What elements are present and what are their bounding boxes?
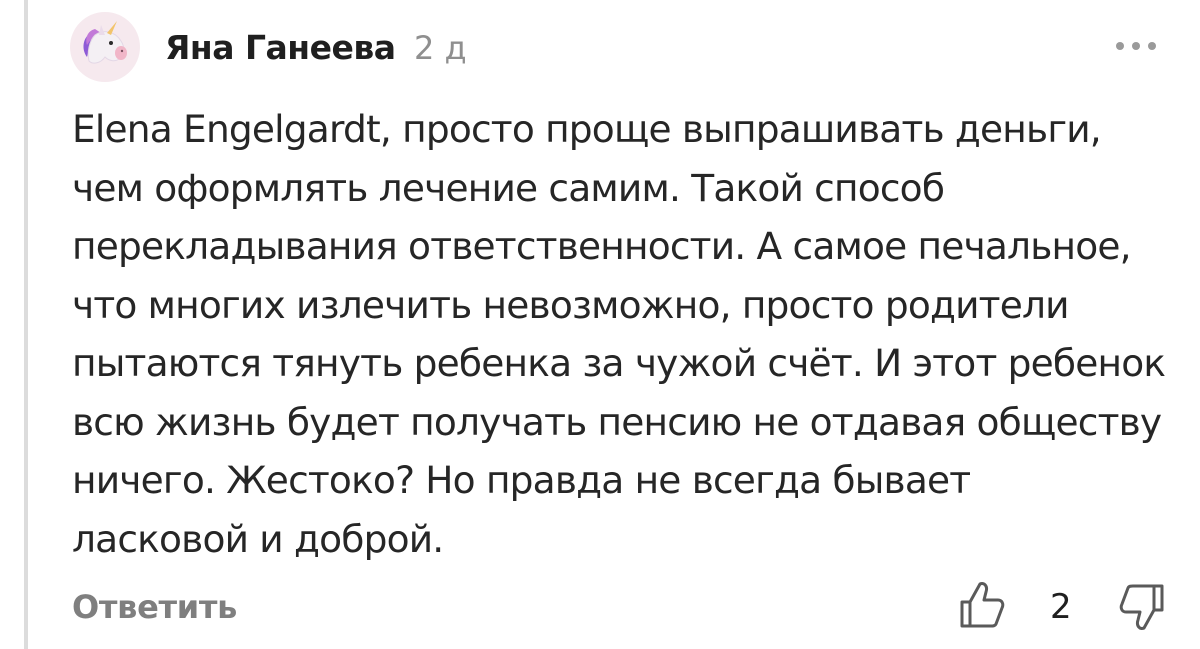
thumbs-down-icon [1119, 584, 1164, 630]
dislike-button[interactable] [1118, 580, 1168, 634]
more-dots-icon [1116, 42, 1156, 50]
author-name[interactable]: Яна Ганеева [165, 26, 396, 70]
like-button[interactable] [956, 578, 1006, 632]
comment: Яна Ганеева 2 д Elena Engelgardt, просто… [0, 0, 1200, 649]
reply-button[interactable]: Ответить [72, 584, 237, 630]
thumbs-up-icon [960, 582, 1005, 628]
likes-count: 2 [1050, 587, 1072, 627]
comment-text: Elena Engelgardt, просто проще выпрашива… [72, 107, 1166, 561]
unicorn-avatar-icon [83, 21, 127, 64]
comment-time: 2 д [414, 29, 467, 67]
avatar[interactable] [70, 12, 140, 82]
more-button[interactable] [1112, 32, 1160, 60]
